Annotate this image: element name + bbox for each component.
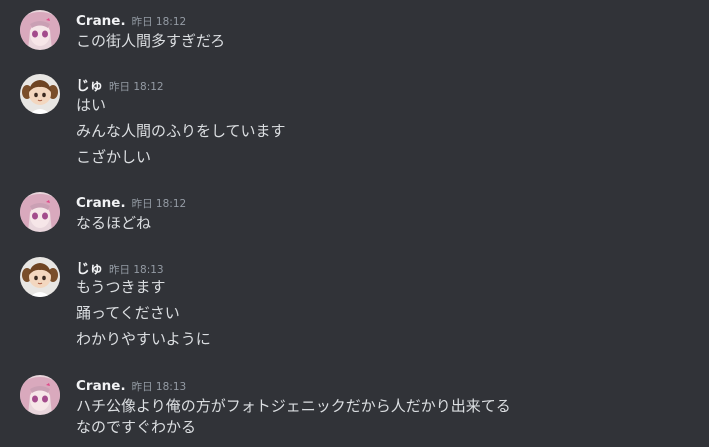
message-header: Crane. 昨日 18:12 <box>76 10 186 30</box>
message-text: こざかしい <box>76 148 152 166</box>
anime-girl-pink-hair-avatar-icon <box>20 10 60 50</box>
timestamp: 昨日 18:12 <box>131 198 187 210</box>
message-text: もうつきます <box>76 278 166 296</box>
timestamp: 昨日 18:13 <box>131 381 187 393</box>
message-text: 踊ってください <box>76 304 180 322</box>
username[interactable]: Crane. <box>76 195 126 211</box>
avatar[interactable] <box>20 74 60 114</box>
avatar[interactable] <box>20 192 60 232</box>
timestamp: 昨日 18:13 <box>109 264 164 276</box>
chibi-brown-twintails-avatar-icon <box>20 74 60 114</box>
anime-girl-pink-hair-avatar-icon <box>20 375 60 415</box>
message-text: この街人間多すぎだろ <box>76 32 226 50</box>
anime-girl-pink-hair-avatar-icon <box>20 192 60 232</box>
timestamp: 昨日 18:12 <box>131 16 187 28</box>
timestamp: 昨日 18:12 <box>109 81 164 93</box>
chat-message-list: Crane. 昨日 18:12 この街人間多すぎだろ じゅ 昨日 18:12 はい … <box>0 0 709 447</box>
message-text: なのですぐわかる <box>76 418 197 436</box>
message-text: わかりやすいように <box>76 330 211 348</box>
avatar[interactable] <box>20 10 60 50</box>
avatar[interactable] <box>20 257 60 297</box>
message-text: ハチ公像より俺の方がフォトジェニックだから人だかり出来てる <box>76 397 511 415</box>
message-header: じゅ 昨日 18:12 <box>76 74 164 94</box>
username[interactable]: じゅ <box>76 78 103 94</box>
chibi-brown-twintails-avatar-icon <box>20 257 60 297</box>
username[interactable]: Crane. <box>76 13 126 29</box>
message-text: はい <box>76 96 107 114</box>
avatar[interactable] <box>20 375 60 415</box>
username[interactable]: Crane. <box>76 378 126 394</box>
message-header: Crane. 昨日 18:13 <box>76 375 186 395</box>
message-text: なるほどね <box>76 214 152 232</box>
message-header: じゅ 昨日 18:13 <box>76 257 164 277</box>
username[interactable]: じゅ <box>76 261 103 277</box>
message-header: Crane. 昨日 18:12 <box>76 192 186 212</box>
message-text: みんな人間のふりをしています <box>76 122 286 140</box>
